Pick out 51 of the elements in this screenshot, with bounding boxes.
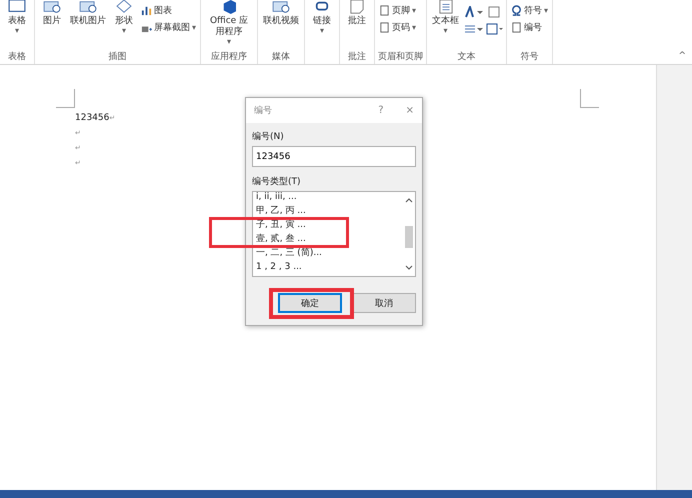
ribbon-button[interactable]: 联机视频 bbox=[261, 0, 302, 27]
scrollbar-thumb[interactable] bbox=[405, 226, 413, 248]
group-label: 符号 bbox=[520, 51, 540, 64]
dropcap-icon[interactable] bbox=[463, 23, 504, 35]
group-label: 页眉和页脚 bbox=[378, 51, 424, 64]
group-label: 表格 bbox=[7, 51, 27, 64]
ribbon-button[interactable]: 形状 ▾ bbox=[110, 0, 138, 35]
cancel-button[interactable]: 取消 bbox=[352, 293, 416, 313]
document-text: 123456 bbox=[75, 113, 110, 123]
ribbon-button[interactable]: 联机图片 bbox=[68, 0, 108, 27]
number-input-field[interactable]: 123456 bbox=[252, 146, 416, 167]
scroll-down-icon[interactable] bbox=[404, 264, 414, 272]
ribbon-button[interactable]: 屏幕截图 ▾ bbox=[140, 20, 198, 35]
close-button[interactable]: × bbox=[406, 105, 414, 116]
ribbon-button[interactable]: 文本框 ▾ bbox=[430, 0, 462, 35]
ribbon-button[interactable]: 编号 bbox=[510, 20, 550, 35]
ribbon-button[interactable]: 符号 ▾ bbox=[510, 3, 550, 18]
margin-corner-mark bbox=[580, 89, 599, 108]
ribbon-button[interactable]: 图表 bbox=[140, 3, 198, 18]
help-button[interactable]: ? bbox=[378, 105, 384, 116]
list-item[interactable]: i, ii, iii, ... bbox=[256, 192, 297, 203]
group-label: 批注 bbox=[347, 51, 368, 64]
margin-corner-mark bbox=[56, 89, 75, 108]
ribbon-icon bbox=[511, 5, 522, 16]
group-label: 应用程序 bbox=[210, 51, 248, 64]
group-label: 插图 bbox=[108, 51, 128, 64]
ribbon-button[interactable]: 图片 bbox=[38, 0, 66, 27]
ribbon-button[interactable]: 链接 ▾ bbox=[308, 0, 336, 35]
field-label: 编号(N) bbox=[252, 131, 285, 143]
scroll-up-icon[interactable] bbox=[404, 196, 414, 204]
ribbon-icon bbox=[511, 22, 522, 33]
ribbon-button[interactable]: 页码 ▾ bbox=[378, 20, 418, 35]
list-item[interactable]: 壹, 贰, 叁 ... bbox=[256, 234, 306, 245]
list-item[interactable]: 1 , 2 , 3 ... bbox=[256, 262, 302, 273]
group-label: 媒体 bbox=[271, 51, 292, 64]
list-item[interactable]: 一, 二, 三 (简)... bbox=[256, 248, 322, 259]
ribbon-icon bbox=[141, 5, 152, 16]
group-label: 文本 bbox=[456, 51, 477, 64]
ribbon-button[interactable]: 批注 bbox=[343, 0, 372, 27]
ribbon-icon bbox=[379, 22, 390, 33]
ribbon-button[interactable]: 表格 ▾ bbox=[3, 0, 31, 35]
ribbon-icon bbox=[379, 5, 390, 16]
list-item[interactable]: 甲, 乙, 丙 ... bbox=[256, 206, 306, 217]
number-type-list[interactable]: i, ii, iii, ... 甲, 乙, 丙 ... 子, 丑, 寅 ... 壹, 贰, 叁 ... 一, 二, 三 (简)... 1 , 2 , 3 ... bbox=[252, 191, 416, 277]
ribbon-button[interactable]: Office 应用程序 ▾ bbox=[204, 0, 254, 46]
ok-button[interactable]: 确定 bbox=[278, 293, 342, 313]
dialog-title: 编号 bbox=[254, 104, 272, 117]
field-label: 编号类型(T) bbox=[252, 176, 302, 188]
list-item[interactable]: 子, 丑, 寅 ... bbox=[256, 220, 306, 231]
ribbon-button[interactable]: 页脚 ▾ bbox=[378, 3, 418, 18]
collapse-ribbon-button[interactable]: ^ bbox=[672, 51, 692, 64]
